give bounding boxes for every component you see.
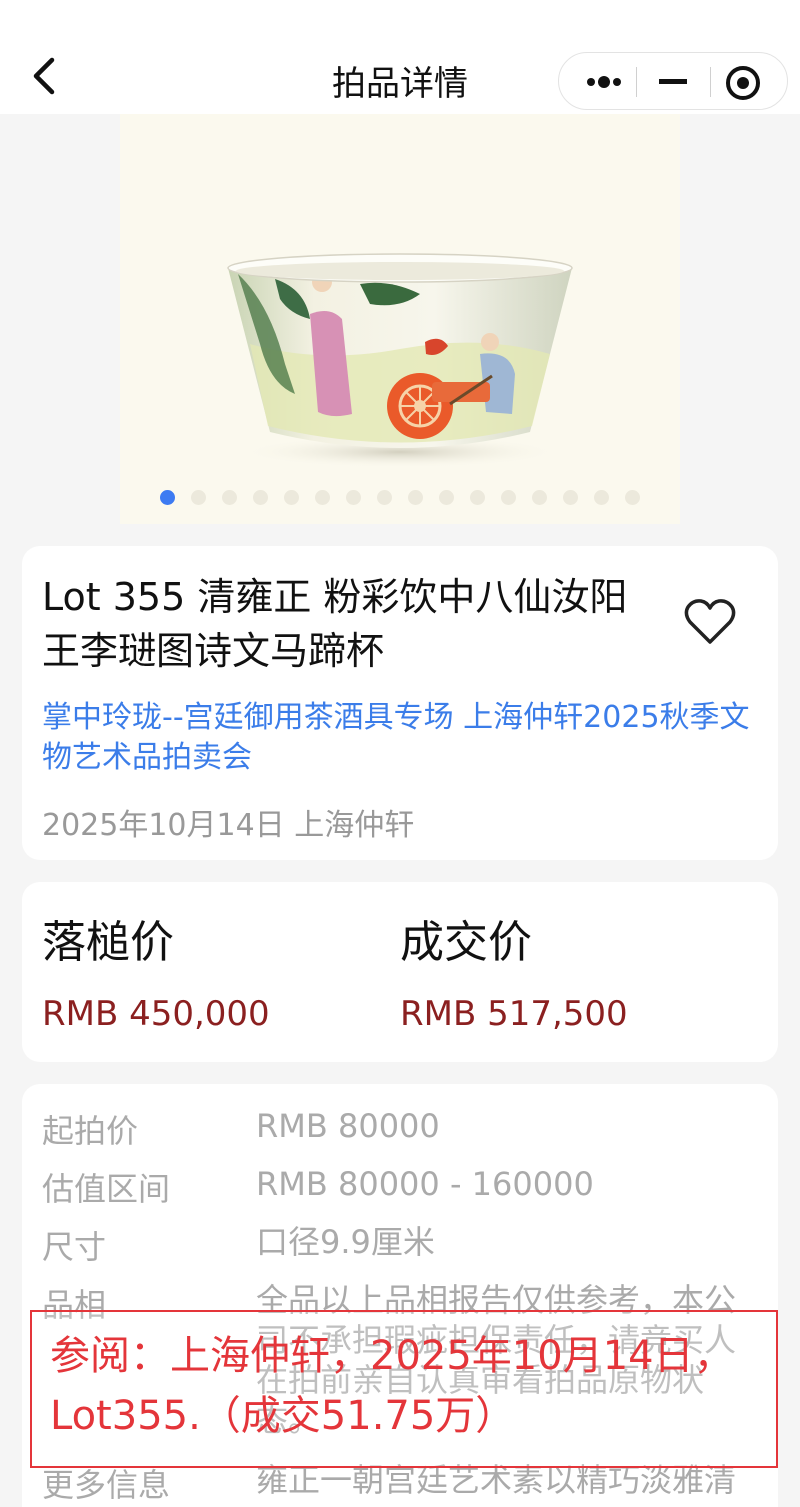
detail-key: 起拍价 <box>42 1112 139 1150</box>
carousel-dot[interactable] <box>532 490 547 505</box>
heart-outline-icon[interactable] <box>682 596 738 648</box>
price-card: 落槌价 RMB 450,000 成交价 RMB 517,500 <box>22 882 778 1062</box>
mini-program-capsule <box>558 52 788 110</box>
sale-name-link[interactable]: 掌中玲珑--宫廷御用茶酒具专场 上海仲轩2025秋季文物艺术品拍卖会 <box>42 698 758 778</box>
carousel-dot[interactable] <box>222 490 237 505</box>
lot-title: Lot 355 清雍正 粉彩饮中八仙汝阳王李琎图诗文马蹄杯 <box>42 575 628 673</box>
detail-value: RMB 80000 <box>256 1107 440 1145</box>
carousel-dot[interactable] <box>284 490 299 505</box>
detail-value: RMB 80000 - 160000 <box>256 1165 594 1203</box>
carousel-dot[interactable] <box>315 490 330 505</box>
target-circle-icon[interactable] <box>711 53 787 111</box>
final-price-value: RMB 517,500 <box>400 994 628 1034</box>
detail-value: 口径9.9厘米 <box>256 1223 435 1261</box>
hammer-price-value: RMB 450,000 <box>42 994 270 1034</box>
carousel-dot[interactable] <box>594 490 609 505</box>
carousel-dot[interactable] <box>470 490 485 505</box>
carousel-dot[interactable] <box>408 490 423 505</box>
carousel-dot[interactable] <box>160 490 175 505</box>
carousel-dot[interactable] <box>346 490 361 505</box>
hammer-price-label: 落槌价 <box>42 917 174 968</box>
reference-annotation-text: 参阅：上海仲轩，2025年10月14日，Lot355.（成交51.75万） <box>50 1333 734 1439</box>
navbar: 拍品详情 <box>0 0 800 114</box>
carousel-dot[interactable] <box>191 490 206 505</box>
sale-date-house: 2025年10月14日 上海仲轩 <box>42 808 415 843</box>
carousel-dot[interactable] <box>625 490 640 505</box>
reference-annotation-box: 参阅：上海仲轩，2025年10月14日，Lot355.（成交51.75万） <box>30 1310 778 1468</box>
detail-key: 估值区间 <box>42 1170 171 1208</box>
final-price-label: 成交价 <box>400 917 532 968</box>
porcelain-cup-image <box>227 253 573 468</box>
lot-image-carousel[interactable] <box>120 114 680 524</box>
carousel-dot[interactable] <box>501 490 516 505</box>
carousel-dot[interactable] <box>253 490 268 505</box>
carousel-dot[interactable] <box>377 490 392 505</box>
carousel-dot[interactable] <box>563 490 578 505</box>
minimize-icon[interactable] <box>637 53 713 111</box>
lot-info-card: Lot 355 清雍正 粉彩饮中八仙汝阳王李琎图诗文马蹄杯 掌中玲珑--宫廷御用… <box>22 546 778 860</box>
carousel-dot[interactable] <box>439 490 454 505</box>
more-dots-icon[interactable] <box>563 53 639 111</box>
detail-key: 尺寸 <box>42 1228 107 1266</box>
